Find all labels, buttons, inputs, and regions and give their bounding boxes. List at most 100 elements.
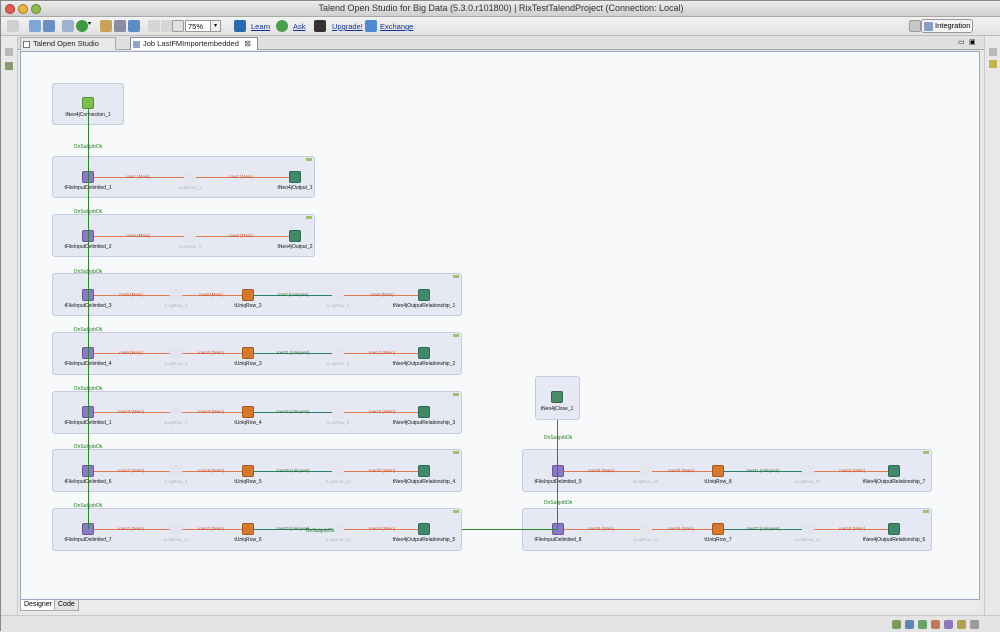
maximize-editor-icon[interactable]: ▣ xyxy=(969,38,976,46)
tlogrow-faded-icon xyxy=(170,523,182,535)
subjob-collapse-marker[interactable] xyxy=(306,216,312,219)
subjob-collapse-marker[interactable] xyxy=(453,451,459,454)
open-perspective-icon[interactable] xyxy=(909,20,921,32)
uniq-row-icon[interactable] xyxy=(242,347,254,359)
row-label: row9 (Main) xyxy=(119,350,143,355)
uniq-row-icon[interactable] xyxy=(242,465,254,477)
node-label-output: tNeo4jOutputRelationship_3 xyxy=(392,420,456,426)
node-label-faded: tLogRow_12 xyxy=(325,537,351,542)
export-icon[interactable] xyxy=(128,20,140,32)
perspective-integration-button[interactable]: Integration xyxy=(921,19,973,33)
uniq-row-icon[interactable] xyxy=(242,289,254,301)
row-label: row10 (Main) xyxy=(197,350,225,355)
subjob-collapse-marker[interactable] xyxy=(306,158,312,161)
editor-tab-bar: Talend Open Studio Job LastFMImportembed… xyxy=(18,36,984,50)
subjob-collapse-marker[interactable] xyxy=(453,275,459,278)
neo4j-close-icon[interactable] xyxy=(551,391,563,403)
integration-icon xyxy=(924,22,933,31)
back-arrow-icon[interactable] xyxy=(7,20,19,32)
status-tool-icon-6[interactable] xyxy=(957,620,966,629)
learn-link[interactable]: Learn xyxy=(251,22,270,31)
uniq-row-icon[interactable] xyxy=(712,523,724,535)
uniq-row-icon[interactable] xyxy=(242,523,254,535)
node-label-uniq: tUniqRow_3 xyxy=(234,361,262,367)
run-icon[interactable] xyxy=(76,20,88,32)
trigger-link[interactable] xyxy=(462,529,558,530)
undo-icon[interactable] xyxy=(148,20,160,32)
neo4j-output-relationship-icon[interactable] xyxy=(418,289,430,301)
subjob-collapse-marker[interactable] xyxy=(453,393,459,396)
node-label-faded: tLogRow_15 xyxy=(633,479,659,484)
node-label-output: tNeo4jOutput_2 xyxy=(277,244,313,250)
subjob-collapse-marker[interactable] xyxy=(453,510,459,513)
restore-icon[interactable] xyxy=(5,48,13,56)
ask-link[interactable]: Ask xyxy=(293,22,306,31)
node-label-neo4j-close: tNeo4jClose_1 xyxy=(540,406,574,412)
upgrade-icon[interactable] xyxy=(314,20,326,32)
file-input-delimited-icon[interactable] xyxy=(552,465,564,477)
neo4j-output-relationship-icon[interactable] xyxy=(418,347,430,359)
exchange-icon[interactable] xyxy=(365,20,377,32)
learn-icon[interactable] xyxy=(234,20,246,32)
subjob-collapse-marker[interactable] xyxy=(453,334,459,337)
run-dropdown-icon[interactable]: ▾ xyxy=(88,20,94,32)
row-label: row21 (Main) xyxy=(117,526,145,531)
uniq-row-icon[interactable] xyxy=(712,465,724,477)
node-label-faded: tLogRow_9 xyxy=(164,479,188,484)
neo4j-connection-icon[interactable] xyxy=(82,97,94,109)
neo4j-output-relationship-icon[interactable] xyxy=(418,465,430,477)
status-tool-icon-1[interactable] xyxy=(892,620,901,629)
job-designer-canvas[interactable]: tNeo4jConnection_1tFileInputDelimited_1r… xyxy=(20,51,980,600)
import-icon[interactable] xyxy=(62,20,74,32)
wrench-icon[interactable] xyxy=(114,20,126,32)
neo4j-output-relationship-icon[interactable] xyxy=(888,523,900,535)
minimize-editor-icon[interactable]: ▭ xyxy=(958,38,965,46)
node-label-input: tFileInputDelimited_9 xyxy=(534,479,582,485)
neo4j-output-icon[interactable] xyxy=(289,230,301,242)
restore-right-icon[interactable] xyxy=(989,48,997,56)
neo4j-output-icon[interactable] xyxy=(289,171,301,183)
palette-icon[interactable] xyxy=(989,60,997,68)
uniques-label: row19 (Uniques) xyxy=(276,468,310,473)
trigger-link[interactable] xyxy=(88,109,89,529)
exchange-link[interactable]: Exchange xyxy=(380,22,413,31)
uniq-row-icon[interactable] xyxy=(242,406,254,418)
row-label: row30 (Main) xyxy=(667,468,695,473)
tlogrow-faded-icon xyxy=(640,523,652,535)
trigger-link[interactable] xyxy=(557,405,558,529)
new-job-icon[interactable] xyxy=(29,20,41,32)
edit-icon[interactable] xyxy=(100,20,112,32)
zoom-dropdown-icon[interactable]: ▾ xyxy=(210,20,221,32)
trigger-label: OnSubjobOk xyxy=(305,528,335,534)
row-label: row5 (Main) xyxy=(119,292,143,297)
subjob-collapse-marker[interactable] xyxy=(923,451,929,454)
repository-icon[interactable] xyxy=(5,62,13,70)
perspective-label: Integration xyxy=(935,21,971,30)
node-label-uniq: tUniqRow_2 xyxy=(234,303,262,309)
subjob-collapse-marker[interactable] xyxy=(923,510,929,513)
save-icon[interactable] xyxy=(43,20,55,32)
status-tool-icon-2[interactable] xyxy=(905,620,914,629)
node-label-uniq: tUniqRow_6 xyxy=(234,537,262,543)
status-tool-icon-5[interactable] xyxy=(944,620,953,629)
row-label: row24 (Main) xyxy=(368,526,396,531)
ask-icon[interactable] xyxy=(276,20,288,32)
neo4j-output-relationship-icon[interactable] xyxy=(888,465,900,477)
status-tool-icon-7[interactable] xyxy=(970,620,979,629)
close-tab-icon[interactable]: ⊠ xyxy=(244,38,251,50)
tab-code[interactable]: Code xyxy=(54,600,79,611)
tab-job-lastfmimportembedded[interactable]: Job LastFMImportembedded ⊠ xyxy=(130,37,258,50)
tab-talend-open-studio[interactable]: Talend Open Studio xyxy=(20,37,116,50)
node-label-output: tNeo4jOutputRelationship_6 xyxy=(862,537,926,543)
upgrade-link[interactable]: Upgrade! xyxy=(332,22,363,31)
row-label: row4 (Main) xyxy=(229,233,253,238)
tab-designer[interactable]: Designer xyxy=(20,600,57,611)
status-tool-icon-4[interactable] xyxy=(931,620,940,629)
node-label-faded: tLogRow_6 xyxy=(326,361,350,366)
status-tool-icon-3[interactable] xyxy=(918,620,927,629)
trigger-label: OnSubjobOk xyxy=(73,269,103,275)
neo4j-output-relationship-icon[interactable] xyxy=(418,523,430,535)
node-label-uniq: tUniqRow_7 xyxy=(704,537,732,543)
row-label: row13 (Main) xyxy=(117,409,145,414)
neo4j-output-relationship-icon[interactable] xyxy=(418,406,430,418)
